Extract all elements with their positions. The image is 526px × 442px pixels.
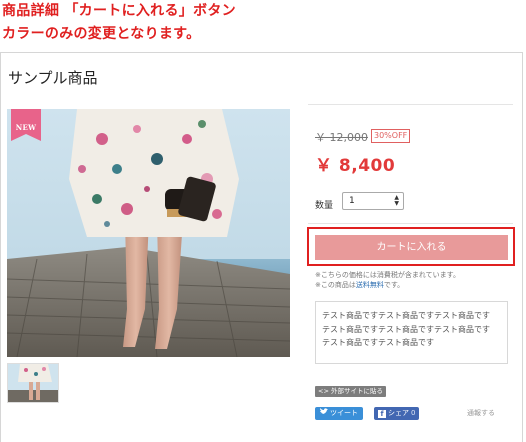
- report-link[interactable]: 通報する: [467, 408, 495, 418]
- quantity-label: 数量: [315, 201, 334, 211]
- tax-note: ※こちらの価格には消費税が含まれています。: [315, 271, 460, 279]
- product-title: サンプル商品: [8, 69, 98, 87]
- free-shipping-link[interactable]: 送料無料: [356, 281, 384, 289]
- share-count: 0: [411, 409, 416, 417]
- divider-top: [308, 104, 513, 105]
- add-to-cart-button[interactable]: カートに入れる: [315, 235, 508, 260]
- sale-price: ￥ 8,400: [315, 156, 396, 176]
- original-price: ￥ 12,000: [315, 131, 368, 144]
- bird-icon: [320, 408, 328, 419]
- embed-external-button[interactable]: <> 外部サイトに貼る: [315, 386, 386, 397]
- facebook-share-button[interactable]: f シェア 0: [374, 407, 420, 420]
- new-badge-text: NEW: [15, 123, 37, 132]
- product-thumbnail[interactable]: [7, 363, 59, 403]
- share-label: シェア: [388, 409, 409, 417]
- caption-line-2: カラーのみの変更となります。: [2, 26, 201, 42]
- description-line: テスト商品ですテスト商品ですテスト商品です: [322, 324, 490, 334]
- product-description: テスト商品ですテスト商品ですテスト商品です テスト商品ですテスト商品ですテスト商…: [315, 301, 508, 364]
- tweet-button[interactable]: ツイート: [315, 407, 363, 420]
- shipping-note-suffix: です。: [383, 281, 405, 289]
- instruction-caption: 商品詳細 「カートに入れる」ボタン カラーのみの変更となります。: [2, 0, 236, 46]
- facebook-icon: f: [378, 410, 386, 418]
- shipping-note: ※この商品は送料無料です。: [315, 280, 404, 290]
- quantity-select[interactable]: 1 ▲ ▼: [342, 192, 404, 210]
- quantity-value: 1: [349, 196, 355, 206]
- divider-mid: [308, 223, 513, 224]
- new-badge: NEW: [11, 109, 41, 141]
- caption-line-1: 商品詳細 「カートに入れる」ボタン: [2, 3, 236, 19]
- up-down-arrows-icon: ▲ ▼: [394, 194, 399, 207]
- tweet-label: ツイート: [330, 409, 358, 417]
- discount-badge: 30%OFF: [371, 129, 411, 143]
- description-line: テスト商品ですテスト商品ですテスト商品です: [322, 311, 490, 320]
- product-photo[interactable]: NEW: [7, 109, 290, 357]
- shipping-note-prefix: ※この商品は: [315, 281, 356, 289]
- product-panel: サンプル商品 NEW ￥ 12,000 30%OFF ￥ 8,400 数量 1 …: [0, 52, 523, 442]
- description-line: テスト商品ですテスト商品です: [322, 338, 434, 347]
